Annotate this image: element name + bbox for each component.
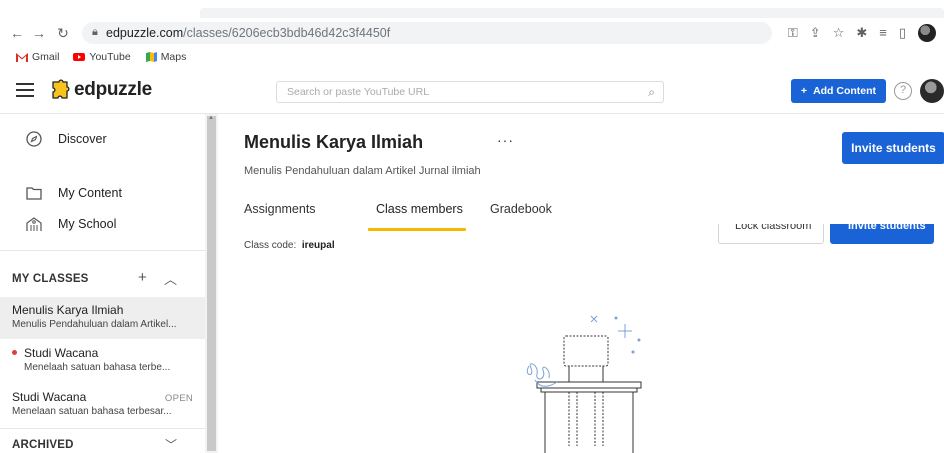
key-icon[interactable]: ⚿ xyxy=(788,24,798,42)
class-item[interactable]: Menulis Karya Ilmiah Menulis Pendahuluan… xyxy=(0,297,205,339)
invite-students-button[interactable]: Invite students xyxy=(842,132,944,164)
sidebar: Discover My Content My School MY CLASSES… xyxy=(0,114,205,453)
scrollbar-thumb[interactable] xyxy=(207,116,216,451)
active-tab-indicator xyxy=(368,228,466,231)
bookmark-maps[interactable]: Maps xyxy=(145,51,186,63)
share-icon[interactable]: ⇪ xyxy=(810,24,821,42)
reading-list-icon[interactable]: ≡ xyxy=(879,24,887,42)
invite-students-button-secondary[interactable]: Invite students xyxy=(830,224,934,244)
sidebar-item-my-school[interactable]: My School xyxy=(0,213,205,235)
open-badge: OPEN xyxy=(164,393,193,404)
archived-heading[interactable]: ARCHIVED xyxy=(12,439,74,451)
compass-icon xyxy=(26,131,42,147)
tab-gradebook[interactable]: Gradebook xyxy=(490,202,552,216)
browser-toolbar: ← → ↻ 🔒︎ edpuzzle.com/classes/6206ecb3bd… xyxy=(0,20,944,48)
search-icon[interactable]: ⌕ xyxy=(648,85,655,100)
app-header: edpuzzle ⌕ + Add Content ? xyxy=(0,70,944,114)
user-avatar[interactable] xyxy=(920,79,944,103)
folder-icon xyxy=(26,187,42,200)
maps-icon xyxy=(145,52,157,62)
bookmark-gmail[interactable]: Gmail xyxy=(16,51,59,63)
browser-tabstrip xyxy=(0,0,944,20)
page-subtitle: Menulis Pendahuluan dalam Artikel Jurnal… xyxy=(244,165,481,177)
sidebar-divider xyxy=(0,428,205,429)
main-content: Menulis Karya Ilmiah ··· Invite students… xyxy=(218,114,944,453)
add-content-button[interactable]: + Add Content xyxy=(791,79,886,103)
back-icon[interactable]: ← xyxy=(8,24,26,42)
browser-tab-row xyxy=(200,8,944,18)
tab-class-members[interactable]: Class members xyxy=(376,202,463,216)
sidebar-scrollbar[interactable]: ▲ xyxy=(205,114,218,453)
youtube-icon xyxy=(73,53,86,61)
class-item[interactable]: Studi Wacana Menelaah satuan bahasa terb… xyxy=(0,346,205,382)
tab-assignments[interactable]: Assignments xyxy=(244,202,316,216)
logo-text: edpuzzle xyxy=(74,79,152,100)
page-title: Menulis Karya Ilmiah xyxy=(244,132,424,152)
url-text[interactable]: edpuzzle.com/classes/6206ecb3bdb46d42c3f… xyxy=(106,26,390,40)
reload-icon[interactable]: ↻ xyxy=(54,24,72,42)
side-panel-icon[interactable]: ▯ xyxy=(899,24,906,42)
sidebar-item-discover[interactable]: Discover xyxy=(0,128,205,150)
browser-actions: ⚿ ⇪ ☆ ✱ ≡ ▯ xyxy=(788,24,936,42)
help-icon[interactable]: ? xyxy=(894,82,912,100)
puzzle-logo-icon xyxy=(52,79,70,99)
url-bar[interactable]: 🔒︎ edpuzzle.com/classes/6206ecb3bdb46d42… xyxy=(82,22,772,44)
scroll-up-icon[interactable]: ▲ xyxy=(208,115,214,121)
empty-classroom-illustration xyxy=(526,315,642,453)
star-icon[interactable]: ☆ xyxy=(833,24,845,42)
my-classes-heading: MY CLASSES xyxy=(12,273,89,285)
lock-icon[interactable]: 🔒︎ xyxy=(92,26,98,39)
chevron-down-icon[interactable]: ﹀ xyxy=(165,436,177,453)
sidebar-divider xyxy=(0,250,205,251)
more-options-icon[interactable]: ··· xyxy=(497,132,514,148)
bookmark-youtube[interactable]: YouTube xyxy=(73,51,131,63)
school-icon xyxy=(26,217,42,231)
search-box[interactable]: ⌕ xyxy=(276,81,664,103)
search-input[interactable] xyxy=(277,82,617,102)
class-code: Class code: ireupal xyxy=(244,240,335,251)
lock-classroom-button[interactable]: Lock classroom xyxy=(718,224,824,244)
add-class-icon[interactable]: + xyxy=(138,269,147,286)
extensions-icon[interactable]: ✱ xyxy=(856,24,867,42)
chevron-up-icon[interactable]: ︿ xyxy=(164,269,177,288)
class-item[interactable]: Studi Wacana Menelaan satuan bahasa terb… xyxy=(0,390,205,424)
plus-icon: + xyxy=(800,85,808,97)
sidebar-item-my-content[interactable]: My Content xyxy=(0,182,205,204)
menu-icon[interactable] xyxy=(16,83,34,97)
forward-icon[interactable]: → xyxy=(30,24,48,42)
logo[interactable]: edpuzzle xyxy=(50,79,152,101)
class-code-value: ireupal xyxy=(301,240,335,251)
profile-avatar[interactable] xyxy=(918,24,936,42)
bookmarks-bar: Gmail YouTube Maps xyxy=(0,48,944,66)
gmail-icon xyxy=(16,53,28,62)
unread-dot xyxy=(12,350,17,356)
